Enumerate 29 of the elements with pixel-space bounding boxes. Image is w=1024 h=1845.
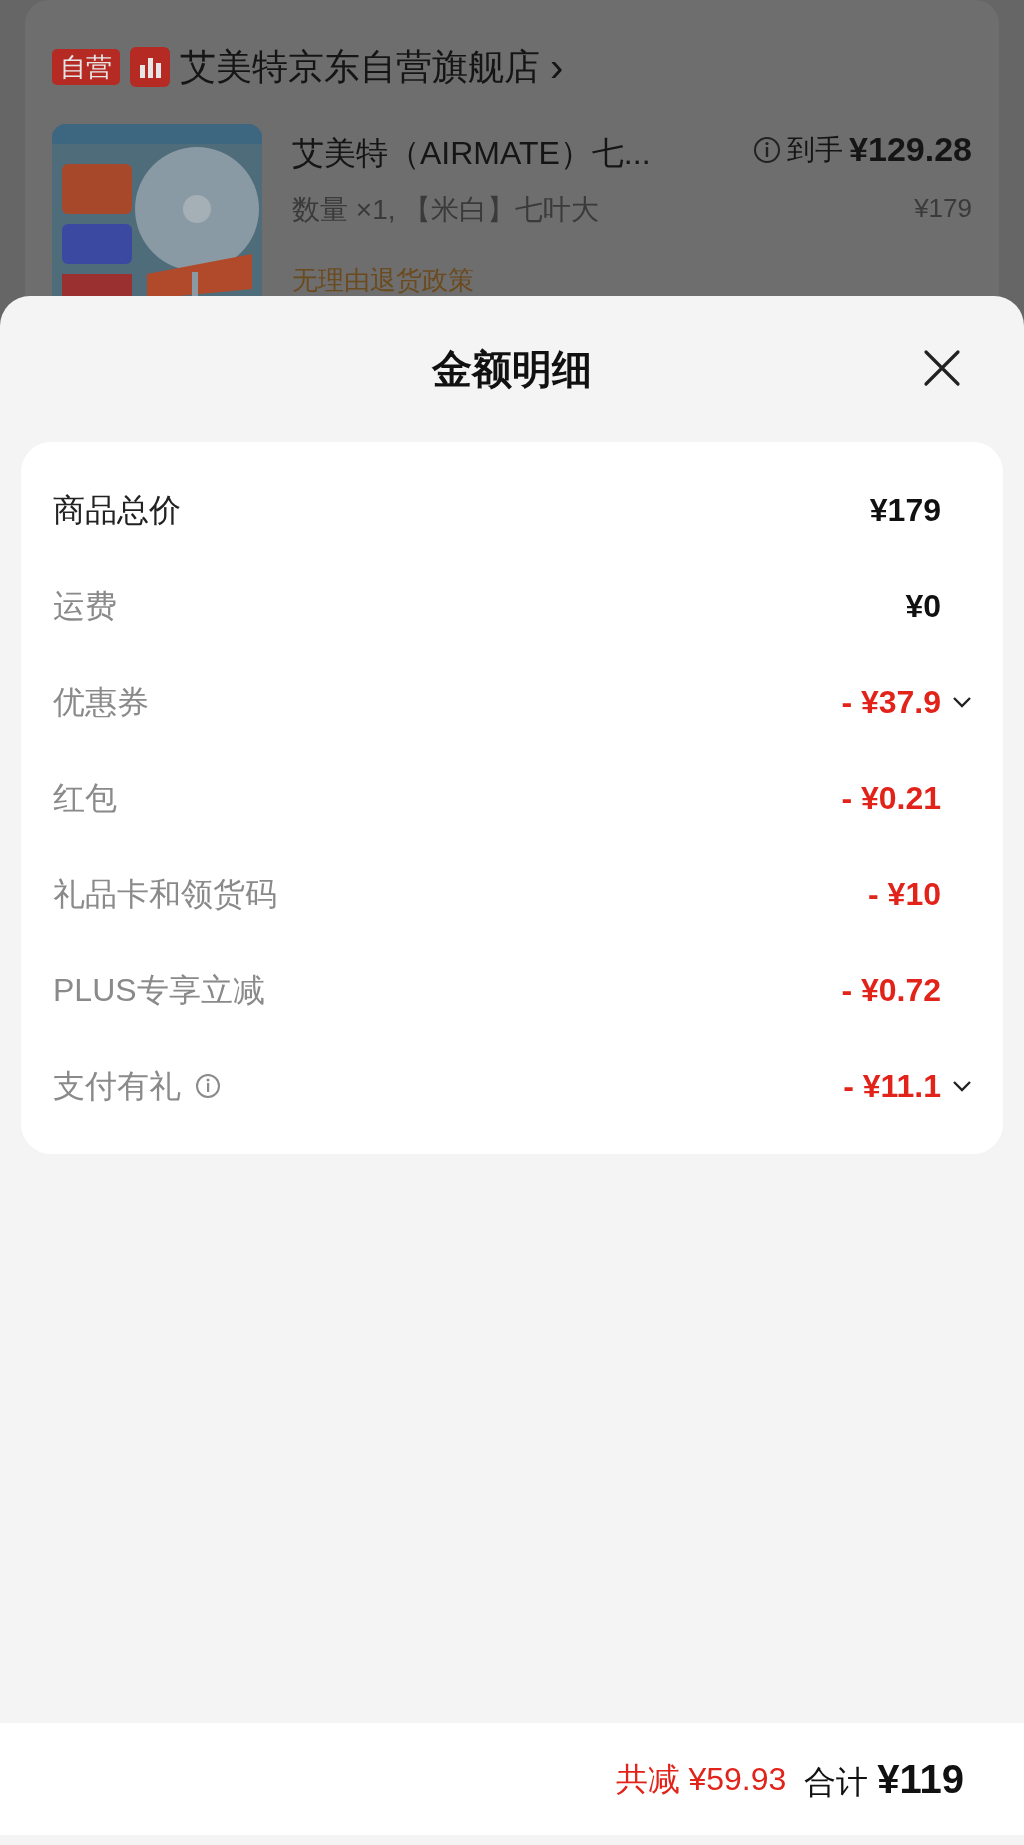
- row-label: 优惠券: [53, 683, 149, 722]
- info-icon[interactable]: [753, 135, 782, 164]
- product-title[interactable]: 艾美特（AIRMATE）七...: [292, 128, 651, 177]
- return-policy: 无理由退货政策: [292, 263, 475, 297]
- chevron-down-icon[interactable]: [952, 1080, 972, 1092]
- row-amount: - ¥0.21: [841, 779, 941, 818]
- store-arrow[interactable]: ›: [550, 47, 564, 87]
- row-amount: - ¥10: [868, 875, 941, 914]
- sheet-title: 金额明细: [432, 346, 592, 393]
- total-amount: 合计 ¥119: [804, 1756, 964, 1803]
- row-amount: ¥179: [869, 491, 941, 530]
- row-amount: - ¥0.72: [841, 971, 941, 1010]
- info-icon[interactable]: [195, 1073, 221, 1099]
- row-label: 红包: [53, 779, 117, 818]
- row-label: 运费: [53, 587, 117, 626]
- row-amount: ¥0: [905, 587, 941, 626]
- chevron-down-icon[interactable]: [952, 696, 972, 708]
- store-icon: [130, 47, 170, 87]
- row-amount: - ¥37.9: [841, 683, 941, 722]
- store-badge: 自营: [52, 49, 120, 85]
- final-price-label: 到手: [787, 132, 844, 167]
- row-label: 商品总价: [53, 491, 181, 530]
- row-amount: - ¥11.1: [843, 1067, 941, 1106]
- store-name[interactable]: 艾美特京东自营旗舰店: [180, 40, 540, 94]
- row-label: PLUS专享立减: [53, 971, 265, 1010]
- row-label: 支付有礼: [53, 1067, 181, 1106]
- final-price: ¥129.28: [849, 129, 972, 170]
- total-savings: 共减 ¥59.93: [615, 1760, 787, 1799]
- row-label: 礼品卡和领货码: [53, 875, 277, 914]
